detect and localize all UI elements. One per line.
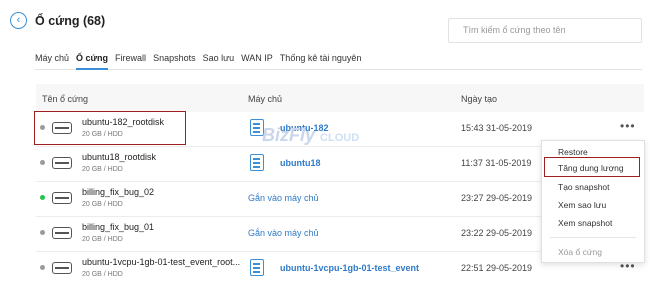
disk-size: 20 GB / HDD [82,236,123,243]
attach-server-link[interactable]: Gắn vào máy chủ [248,228,319,238]
tab-wan-ip[interactable]: WAN IP [241,52,273,70]
arrow-left-icon[interactable]: ‹ [10,12,27,29]
tab-firewall[interactable]: Firewall [115,52,146,70]
context-menu: Restore Tăng dung lượng Tạo snapshot Xem… [541,140,645,263]
menu-item-view-backups[interactable]: Xem sao lưu [558,200,606,210]
tab-disks[interactable]: Ổ cứng [76,52,109,70]
created-date: 22:51 29-05-2019 [461,263,533,273]
watermark-brand: BizFly [262,125,316,145]
page-title: Ổ cứng (68) [35,13,106,28]
menu-item-restore[interactable]: Restore [558,147,588,157]
disk-name[interactable]: billing_fix_bug_02 [82,187,154,197]
brand-watermark: BizFly CLOUD [262,125,359,146]
menu-item-increase-size[interactable]: Tăng dung lượng [558,163,624,173]
menu-item-create-snapshot[interactable]: Tạo snapshot [558,182,610,192]
server-icon [250,259,264,276]
tab-snapshots[interactable]: Snapshots [153,52,196,70]
status-dot [40,195,45,200]
disk-name[interactable]: ubuntu18_rootdisk [82,152,156,162]
created-date: 15:43 31-05-2019 [461,123,533,133]
column-header-server: Máy chủ [248,94,283,104]
column-header-date: Ngày tạo [461,94,498,104]
status-dot [40,160,45,165]
watermark-suffix: CLOUD [320,132,360,144]
disk-name[interactable]: ubuntu-1vcpu-1gb-01-test_event_root... [82,257,240,267]
more-actions-icon[interactable]: ••• [620,119,636,133]
disk-icon [52,262,72,274]
tab-backups[interactable]: Sao lưu [203,52,235,70]
disk-name[interactable]: billing_fix_bug_01 [82,222,154,232]
disk-icon [52,227,72,239]
server-link[interactable]: ubuntu18 [280,158,321,168]
server-link[interactable]: ubuntu-1vcpu-1gb-01-test_event [280,263,419,273]
tab-resource-stats[interactable]: Thống kê tài nguyên [280,52,362,70]
status-dot [40,265,45,270]
created-date: 23:27 29-05-2019 [461,193,533,203]
disk-icon [52,192,72,204]
menu-divider [550,237,636,238]
menu-item-delete-disk: Xóa ổ cứng [558,247,602,257]
search-input[interactable]: Tìm kiếm ổ cứng theo tên [448,18,642,43]
disk-size: 20 GB / HDD [82,201,123,208]
tab-servers[interactable]: Máy chủ [35,52,69,70]
disk-size: 20 GB / HDD [82,166,123,173]
row-highlight-box [34,111,186,145]
menu-item-view-snapshots[interactable]: Xem snapshot [558,218,612,228]
table-header: Tên ổ cứng Máy chủ Ngày tạo [36,84,644,112]
tab-bar: Máy chủ Ổ cứng Firewall Snapshots Sao lư… [35,52,642,70]
page-header: ‹ Ổ cứng (68) [10,12,105,29]
created-date: 23:22 29-05-2019 [461,228,533,238]
created-date: 11:37 31-05-2019 [461,158,532,168]
column-header-name: Tên ổ cứng [42,94,89,104]
server-icon [250,154,264,171]
disk-size: 20 GB / HDD [82,271,123,278]
status-dot [40,230,45,235]
attach-server-link[interactable]: Gắn vào máy chủ [248,193,319,203]
disk-icon [52,157,72,169]
